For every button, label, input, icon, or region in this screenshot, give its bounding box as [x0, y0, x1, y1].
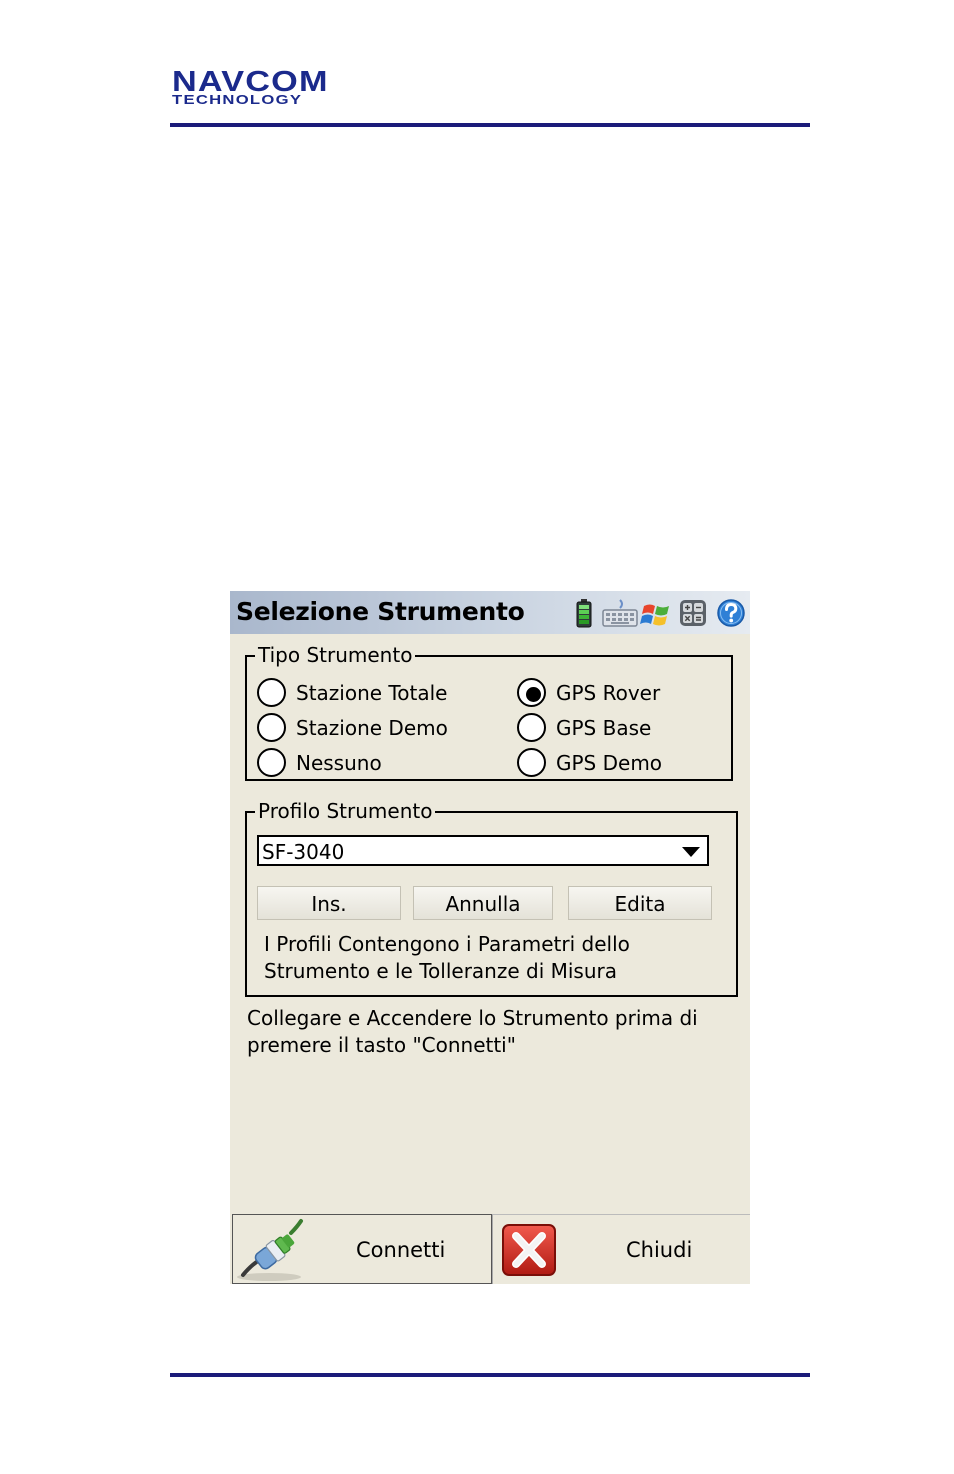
instrument-type-group: Tipo Strumento Stazione Totale Stazione … — [245, 644, 733, 781]
cancel-profile-button[interactable]: Annulla — [413, 886, 553, 920]
windows-start-icon[interactable] — [640, 598, 672, 628]
instrument-profile-legend: Profilo Strumento — [255, 800, 436, 822]
connect-label: Connetti — [356, 1238, 446, 1262]
footer-rule — [170, 1373, 810, 1377]
radio-circle — [517, 713, 546, 742]
close-button[interactable]: Chiudi — [492, 1214, 750, 1284]
keyboard-icon[interactable] — [602, 598, 638, 628]
connect-button[interactable]: Connetti — [232, 1214, 492, 1284]
navcom-logo: NAVCOM TECHNOLOGY — [172, 68, 362, 108]
profile-dropdown-value: SF-3040 — [262, 840, 345, 864]
instructions-line: Collegare e Accendere lo Strumento prima… — [247, 1006, 698, 1030]
radio-label: Stazione Totale — [296, 681, 448, 705]
radio-circle — [257, 713, 286, 742]
radio-circle — [517, 678, 546, 707]
radio-label: Stazione Demo — [296, 716, 448, 740]
profile-dropdown[interactable]: SF-3040 — [257, 835, 709, 866]
profile-note-line: I Profili Contengono i Parametri dello — [264, 932, 630, 956]
plug-connect-icon — [237, 1219, 303, 1281]
instructions-line: premere il tasto "Connetti" — [247, 1033, 516, 1057]
window-title: Selezione Strumento — [236, 597, 525, 626]
device-screen: Selezione Strumento Tipo Strumento Stazi… — [230, 591, 750, 1284]
logo-subtitle: TECHNOLOGY — [172, 92, 303, 107]
settings-icon[interactable] — [679, 598, 707, 628]
insert-profile-button[interactable]: Ins. — [257, 886, 401, 920]
close-label: Chiudi — [626, 1238, 693, 1262]
close-icon — [502, 1224, 556, 1276]
help-icon[interactable] — [715, 598, 747, 628]
radio-label: GPS Demo — [556, 751, 663, 775]
instrument-type-legend: Tipo Strumento — [255, 644, 416, 666]
radio-circle — [257, 748, 286, 777]
edit-profile-button[interactable]: Edita — [568, 886, 712, 920]
radio-label: Nessuno — [296, 751, 382, 775]
battery-icon[interactable] — [575, 598, 593, 628]
connection-instructions: Collegare e Accendere lo Strumento prima… — [247, 1005, 698, 1059]
radio-label: GPS Rover — [556, 681, 661, 705]
radio-selected-dot — [526, 687, 541, 702]
profile-note: I Profili Contengono i Parametri dello S… — [264, 931, 630, 985]
chevron-down-icon — [682, 847, 700, 857]
profile-note-line: Strumento e le Tolleranze di Misura — [264, 959, 617, 983]
header-rule — [170, 123, 810, 127]
radio-circle — [257, 678, 286, 707]
radio-label: GPS Base — [556, 716, 652, 740]
radio-circle — [517, 748, 546, 777]
title-bar: Selezione Strumento — [230, 591, 750, 634]
